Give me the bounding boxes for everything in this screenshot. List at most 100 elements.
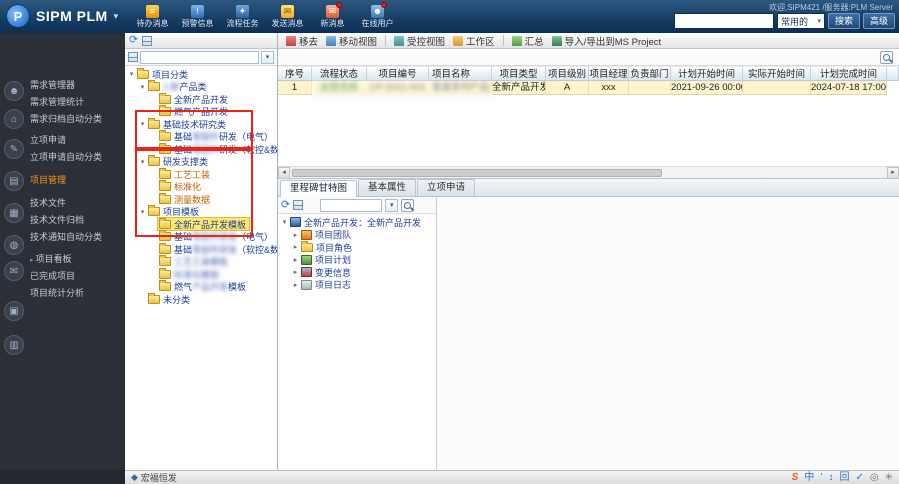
expand-arrow-icon[interactable] (291, 281, 300, 289)
user-icon[interactable]: ☻ (4, 81, 24, 101)
sidebar-item-tech-docs[interactable]: 技术文件 (30, 195, 125, 212)
tab-milestone-gantt[interactable]: 里程碑甘特图 (280, 180, 358, 197)
tree-item-project-root[interactable]: 全新产品开发：全新产品开发 (278, 216, 436, 229)
tree-item-selected[interactable]: 全新产品开发模板 (125, 217, 277, 232)
expand-arrow-icon[interactable] (138, 120, 147, 128)
ime-punctuation-icon[interactable]: ’ (820, 472, 822, 483)
col-header-actual-start[interactable]: 实际开始时间 (743, 66, 811, 81)
search-input[interactable] (673, 13, 774, 29)
database-icon[interactable]: ▦ (4, 203, 24, 223)
tree-item[interactable]: 项目模板 (125, 205, 277, 219)
app-logo[interactable]: P SIPM PLM ▾ (6, 4, 118, 28)
tree-item[interactable]: 工艺工装 (125, 167, 277, 181)
expand-arrow-icon[interactable] (291, 268, 300, 276)
col-header-no[interactable]: 序号 (278, 66, 312, 81)
expand-arrow-icon[interactable] (138, 158, 147, 166)
remove-button[interactable]: 移去 (286, 34, 318, 48)
tree-item[interactable]: 未分类 (125, 292, 277, 306)
sidebar-item-project-apply[interactable]: 立项申请 (30, 132, 125, 149)
col-header-dept[interactable]: 负责部门 (629, 66, 671, 81)
controlled-view-button[interactable]: 受控视图 (394, 34, 445, 48)
home-icon[interactable]: ⌂ (4, 109, 24, 129)
search-icon[interactable] (880, 50, 893, 64)
book-icon[interactable]: ▣ (4, 301, 24, 321)
tree-item[interactable]: 燃气产品开发 (125, 105, 277, 119)
tree-item[interactable]: 基础零部件研发（电气） (125, 230, 277, 244)
scrollbar-track[interactable] (290, 167, 887, 179)
tree-item-root[interactable]: 项目分类 (125, 67, 277, 81)
summary-button[interactable]: 汇总 (511, 34, 544, 48)
ime-logo-icon[interactable]: S (792, 472, 799, 483)
process-tasks-button[interactable]: ✦ 流程任务 (220, 0, 265, 33)
view-grid-icon[interactable] (293, 200, 304, 210)
scroll-left-icon[interactable]: ◂ (278, 166, 290, 179)
scroll-right-icon[interactable]: ▸ (887, 166, 899, 179)
tree-item[interactable]: 测量数据 (125, 192, 277, 206)
tree-item[interactable]: 基础零部件研发（电气） (125, 130, 277, 144)
globe-icon[interactable]: ◍ (4, 235, 24, 255)
sidebar-item-tech-notice-class[interactable]: 技术通知自动分类 (30, 229, 125, 246)
tree-item-log[interactable]: 项目日志 (278, 279, 436, 292)
new-messages-button[interactable]: ✉ 新消息 (310, 0, 355, 33)
detail-search-input[interactable] (320, 198, 383, 212)
online-users-button[interactable]: ☻ 在线用户 (355, 0, 400, 33)
move-view-button[interactable]: 移动视图 (326, 34, 377, 48)
expand-arrow-icon[interactable] (291, 256, 300, 264)
msproject-import-export-button[interactable]: 导入/导出到MS Project (551, 34, 661, 48)
expand-arrow-icon[interactable] (127, 70, 136, 78)
tree-item[interactable]: 全新产品开发 (125, 92, 277, 106)
sidebar-item-tech-docs-archive[interactable]: 技术文件归档 (30, 212, 125, 229)
tab-project-apply[interactable]: 立项申请 (417, 179, 476, 196)
expand-arrow-icon[interactable] (138, 83, 147, 91)
expand-arrow-icon[interactable] (138, 208, 147, 216)
tab-basic-properties[interactable]: 基本属性 (358, 179, 417, 196)
sidebar-item-requirement-manager[interactable]: 需求管理器 (30, 77, 125, 94)
alert-info-button[interactable]: ! 预警信息 (175, 0, 220, 33)
tree-item[interactable]: 工艺工装模板 (125, 255, 277, 269)
expand-arrow-icon[interactable] (280, 218, 289, 226)
col-header-status[interactable]: 流程状态 (312, 66, 367, 81)
tree-item[interactable]: 研发支撑类 (125, 155, 277, 169)
card-icon[interactable]: ▥ (4, 335, 24, 355)
sidebar-item-project-management[interactable]: 项目管理 (30, 172, 125, 189)
edit-icon[interactable]: ✎ (4, 139, 24, 159)
sidebar-item-project-apply-class[interactable]: 立项申请自动分类 (30, 149, 125, 166)
todo-messages-button[interactable]: ≡ 待办消息 (130, 0, 175, 33)
workspace-button[interactable]: 工作区 (453, 34, 495, 48)
tree-item-plan[interactable]: 项目计划 (278, 254, 436, 267)
ime-emoji-icon[interactable]: 回 (839, 472, 849, 483)
tree-item[interactable]: 燃气 产品开发 模板 (125, 280, 277, 294)
search-button[interactable]: 搜索 (827, 13, 860, 29)
advanced-search-button[interactable]: 高级 (862, 13, 895, 29)
tree-item[interactable]: 标准化 (125, 180, 277, 194)
sidebar-item-project-stats[interactable]: 项目统计分析 (30, 285, 125, 302)
search-icon[interactable] (401, 198, 415, 212)
chevron-down-icon[interactable]: ▾ (385, 198, 399, 212)
col-header-name[interactable]: 项目名称 (429, 66, 492, 81)
tree-item[interactable]: 标准化模板 (125, 267, 277, 281)
tree-item[interactable]: 1:新产品类 (125, 80, 277, 94)
tree-item[interactable]: 基础零部件研发（软控&数显） (125, 242, 277, 256)
filter-grid-icon[interactable] (128, 52, 138, 62)
table-row[interactable]: 1 会签完成 CP-2021-001 某某系列产品开发 全新产品开发 A xxx… (278, 81, 899, 95)
scrollbar-thumb[interactable] (292, 168, 663, 177)
ime-check-icon[interactable]: ✓ (855, 472, 863, 483)
ime-language-icon[interactable]: 中 (804, 472, 814, 483)
view-grid-icon[interactable] (142, 35, 153, 46)
search-scope-select[interactable]: 常用的 ▾ (776, 13, 825, 29)
col-header-manager[interactable]: 项目经理 (589, 66, 629, 81)
expand-arrow-icon[interactable] (291, 231, 300, 239)
ime-skin-icon[interactable]: ◎ (870, 472, 879, 483)
sidebar-item-requirement-archive[interactable]: 需求归档自动分类 (30, 111, 125, 128)
ime-fullwidth-icon[interactable]: ↕ (828, 472, 833, 483)
tree-item[interactable]: 基础技术研究类 (125, 117, 277, 131)
col-header-level[interactable]: 项目级别 (546, 66, 589, 81)
expand-arrow-icon[interactable] (291, 243, 300, 251)
modules-icon[interactable]: ▤ (4, 171, 24, 191)
sidebar-item-finished-projects[interactable]: 已完成项目 (30, 268, 125, 285)
sidebar-item-requirement-stats[interactable]: 需求管理统计 (30, 94, 125, 111)
col-header-number[interactable]: 项目编号 (367, 66, 429, 81)
chevron-down-icon[interactable]: ▾ (261, 50, 274, 64)
col-header-plan-start[interactable]: 计划开始时间 (671, 66, 743, 81)
send-message-button[interactable]: ✉ 发送消息 (265, 0, 310, 33)
